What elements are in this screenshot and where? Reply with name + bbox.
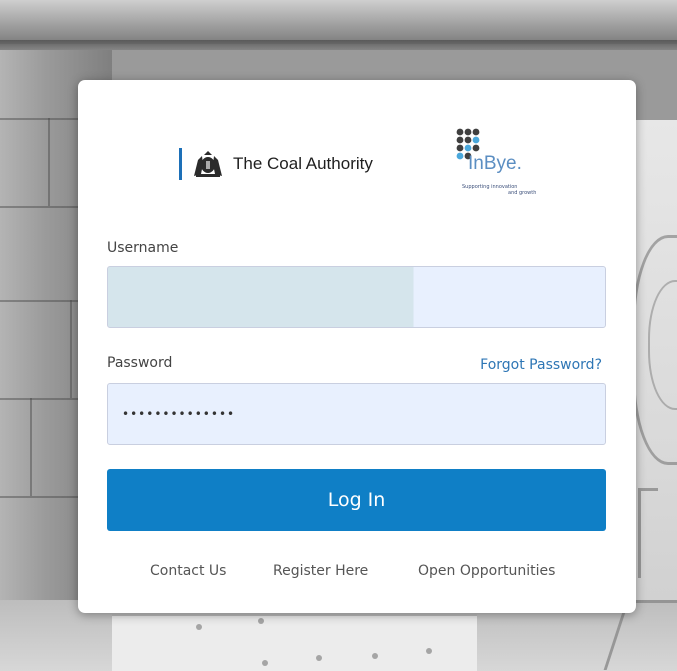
stone-joint [70,300,72,398]
background-ledge [0,40,677,50]
register-here-link[interactable]: Register Here [273,563,368,579]
open-opportunities-link[interactable]: Open Opportunities [418,563,555,579]
stone-joint [48,118,50,206]
forgot-password-link[interactable]: Forgot Password? [480,357,602,373]
password-input[interactable]: •••••••••••••• [107,383,606,445]
username-input[interactable] [107,266,606,328]
inbye-name: InBye. [468,153,522,174]
logo-accent-bar [179,148,182,180]
background-dot [316,655,322,661]
background-dot [258,618,264,624]
stone-joint [30,398,32,496]
inbye-tagline-second: and growth [508,190,537,196]
background-dot [196,624,202,630]
background-sign-panel [112,614,477,671]
password-label: Password [107,355,173,371]
password-masked-value: •••••••••••••• [122,407,236,421]
background-dot [262,660,268,666]
footer-links: Contact Us Register Here Open Opportunit… [78,563,636,583]
background-dot [426,648,432,654]
coal-authority-logo: The Coal Authority [179,146,373,182]
login-card: The Coal Authority InBye. Supporting inn… [78,80,636,613]
login-button[interactable]: Log In [107,469,606,531]
inbye-logo: InBye. Supporting innovation and growth [456,128,546,200]
contact-us-link[interactable]: Contact Us [150,563,226,579]
background-sky-wall [0,0,677,44]
coal-authority-name: The Coal Authority [233,154,373,173]
royal-crest-icon [194,151,222,177]
background-dot [372,653,378,659]
username-label: Username [107,240,179,256]
background-sign-letter [638,488,658,578]
